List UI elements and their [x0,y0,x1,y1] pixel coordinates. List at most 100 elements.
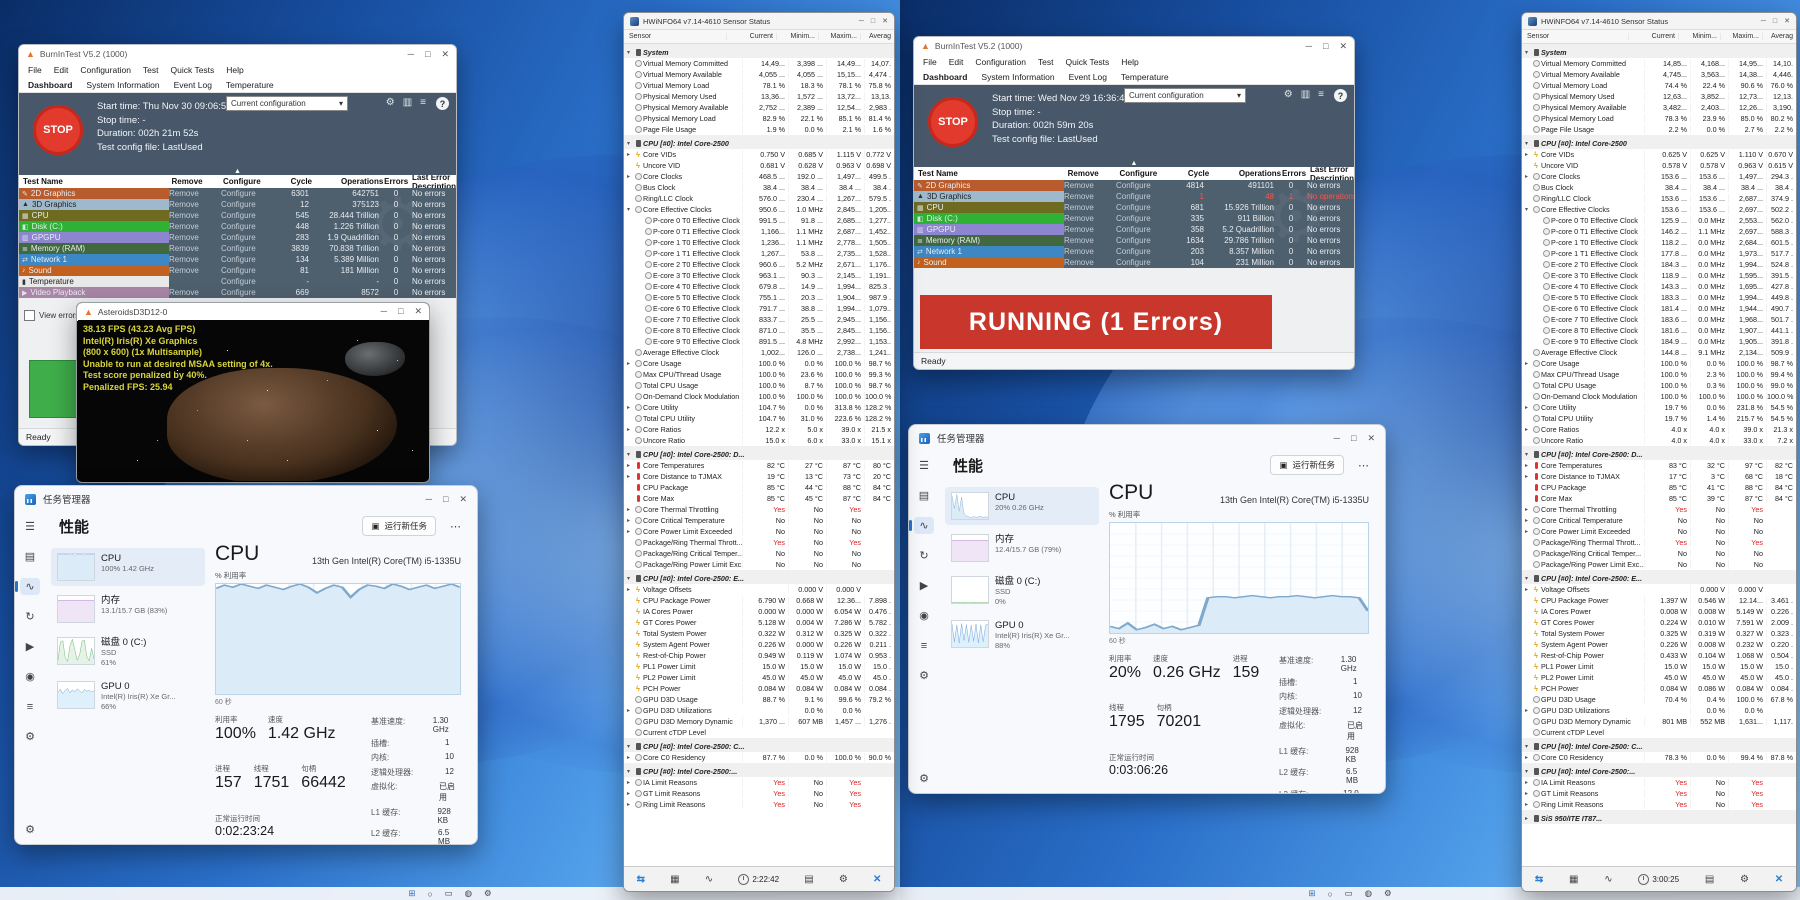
sensor-row[interactable]: P-core 0 T1 Effective Clock1,166...1.1 M… [624,226,894,237]
sensor-column-header[interactable]: SensorCurrentMinim...Maxim...Averag [624,30,894,44]
sensor-row[interactable]: ▾Core Effective Clocks950.6 ...1.0 MHz2,… [624,204,894,215]
run-new-task-button[interactable]: ▣运行新任务 [362,516,436,536]
column-header[interactable]: Cycle [1175,169,1209,178]
sensor-row[interactable]: P-core 1 T0 Effective Clock1,236...1.1 M… [624,237,894,248]
sensor-row[interactable]: ▸Core Usage100.0 %0.0 %100.0 %98.7 % [624,358,894,369]
sensor-row[interactable]: Total CPU Utility19.7 %1.4 %215.7 %54.5 … [1522,413,1796,424]
browser-icon[interactable]: ◍ [1365,888,1372,899]
sensor-row[interactable]: ▸Core Critical TemperatureNoNoNo [624,515,894,526]
menu-item[interactable]: Edit [54,65,69,75]
sensor-section[interactable]: ▾CPU [#0]: Intel Core-2500: E... [1522,570,1796,584]
burnintest-window-right[interactable]: ▲ BurnInTest V5.2 (1000) ─□✕ FileEditCon… [913,36,1355,370]
sensor-column[interactable]: Maxim... [1720,33,1762,40]
swap-columns-icon[interactable]: ⇆ [1535,874,1543,885]
users-icon[interactable]: ◉ [914,607,934,624]
tab-event-log[interactable]: Event Log [1069,72,1107,82]
title-bar[interactable]: 任务管理器 ─□✕ [909,425,1385,451]
monitor-icon[interactable]: ▦ [670,874,679,885]
sensor-column[interactable]: Maxim... [818,33,860,40]
sensor-row[interactable]: E-core 8 T0 Effective Clock181.6 ...0.0 … [1522,325,1796,336]
menu-bar[interactable]: FileEditConfigurationTestQuick TestsHelp [914,55,1354,69]
sensor-row[interactable]: E-core 9 T0 Effective Clock184.9 ...0.0 … [1522,336,1796,347]
perf-card-disk[interactable]: 磁盘 0 (C:)SSD0% [945,571,1099,611]
sensor-row[interactable]: ϟPL1 Power Limit15.0 W15.0 W15.0 W15.0 . [624,661,894,672]
sensor-row[interactable]: E-core 8 T0 Effective Clock871.0 ...35.5… [624,325,894,336]
sensor-row[interactable]: E-core 9 T0 Effective Clock891.5 ...4.8 … [624,336,894,347]
sensor-row[interactable]: ϟPL2 Power Limit45.0 W45.0 W45.0 W45.0 . [1522,672,1796,683]
menu-item[interactable]: File [28,65,42,75]
sensor-row[interactable]: ▸ϟCore VIDs0.625 V0.625 V1.110 V0.670 V [1522,149,1796,160]
collapse-chevron-icon[interactable]: ▲ [1131,160,1138,167]
sensor-row[interactable]: Current cTDP Level [1522,727,1796,738]
sensor-row[interactable]: ▸Core Thermal ThrottlingYesNoYes [1522,504,1796,515]
menu-item[interactable]: File [923,57,937,67]
test-row[interactable]: ≣Memory (RAM)RemoveConfigure163429.786 T… [914,235,1354,246]
maximize-icon[interactable]: □ [1323,42,1328,51]
test-row[interactable]: ✎2D GraphicsRemoveConfigure48144911010No… [914,180,1354,191]
sensor-row[interactable]: Uncore Ratio15.0 x6.0 x33.0 x15.1 x [624,435,894,446]
hwinfo-window-right[interactable]: HWiNFO64 v7.14-4610 Sensor Status ─□✕ Se… [1521,12,1797,892]
test-row[interactable]: ◧Disk (C:)RemoveConfigure335911 Billion0… [914,213,1354,224]
sensor-row[interactable]: Max CPU/Thread Usage100.0 %2.3 %100.0 %9… [1522,369,1796,380]
processes-icon[interactable]: ▤ [20,548,40,565]
sensor-row[interactable]: Physical Memory Load78.3 %23.9 %85.0 %80… [1522,113,1796,124]
swap-columns-icon[interactable]: ⇆ [637,874,645,885]
tab-dashboard[interactable]: Dashboard [28,80,72,90]
details-icon[interactable]: ≡ [914,637,934,654]
sensor-row[interactable]: ϟPL2 Power Limit45.0 W45.0 W45.0 W45.0 . [624,672,894,683]
sensor-row[interactable]: GPU D3D Memory Dynamic1,370 ...607 MB1,4… [624,716,894,727]
performance-icon[interactable]: ∿ [20,578,40,595]
sensor-row[interactable]: ▸IA Limit ReasonsYesNoYes [624,777,894,788]
column-header[interactable]: Remove [1068,169,1120,178]
sensor-row[interactable]: E-core 3 T0 Effective Clock118.9 ...0.0 … [1522,270,1796,281]
sensor-row[interactable]: ϟRest-of-Chip Power0.949 W0.119 W1.074 W… [624,650,894,661]
sensor-row[interactable]: E-core 6 T0 Effective Clock791.7 ...38.8… [624,303,894,314]
sensor-row[interactable]: Core Max85 °C45 °C87 °C84 °C [624,493,894,504]
processes-icon[interactable]: ▤ [914,487,934,504]
sensor-row[interactable]: ▸GPU D3D Utilizations0.0 %0.0 % [624,705,894,716]
sensor-row[interactable]: E-core 4 T0 Effective Clock143.3 ...0.0 … [1522,281,1796,292]
perf-card-cpu[interactable]: CPU20% 0.26 GHz [945,487,1099,525]
menu-item[interactable]: Configuration [975,57,1026,67]
app-history-icon[interactable]: ↻ [20,608,40,625]
sensor-row[interactable]: Core Max85 °C39 °C87 °C84 °C [1522,493,1796,504]
perf-card-mem[interactable]: 内存13.1/15.7 GB (83%) [51,590,205,628]
sensor-row[interactable]: GPU D3D Usage70.4 %0.4 %100.0 %67.8 % [1522,694,1796,705]
column-header[interactable]: Cycle [278,177,312,186]
sensor-row[interactable]: Package/Ring Power Limit Exc...NoNoNo [1522,559,1796,570]
minimize-icon[interactable]: ─ [1306,42,1312,51]
test-row[interactable]: ♪SoundRemoveConfigure104231 Million0No e… [914,257,1354,268]
sensor-row[interactable]: ϟGT Cores Power0.224 W0.010 W7.591 W2.00… [1522,617,1796,628]
sensor-row[interactable]: ▸Core Temperatures82 °C27 °C87 °C80 °C [624,460,894,471]
sensor-column-header[interactable]: SensorCurrentMinim...Maxim...Averag [1522,30,1796,44]
explorer-icon[interactable]: ▭ [445,888,453,899]
more-menu-icon[interactable]: ⋯ [450,520,461,533]
report-icon[interactable]: ≡ [420,97,426,108]
startup-apps-icon[interactable]: ▶ [20,638,40,655]
sensor-row[interactable]: Bus Clock38.4 ...38.4 ...38.4 ...38.4 . [624,182,894,193]
sensor-row[interactable]: ϟTotal System Power0.322 W0.312 W0.325 W… [624,628,894,639]
save-icon[interactable]: ▥ [403,97,412,108]
perf-card-disk[interactable]: 磁盘 0 (C:)SSD61% [51,632,205,672]
test-row[interactable]: ⇄Network 1RemoveConfigure2038.357 Millio… [914,246,1354,257]
sensor-row[interactable]: ▸GT Limit ReasonsYesNoYes [624,788,894,799]
test-row[interactable]: ▶Video PlaybackRemoveConfigure66985720No… [19,287,456,298]
sensor-row[interactable]: ▸Core C0 Residency87.7 %0.0 %100.0 %90.0… [624,752,894,763]
sensor-row[interactable]: Total CPU Usage100.0 %0.3 %100.0 %99.0 % [1522,380,1796,391]
sensor-row[interactable]: P-core 1 T1 Effective Clock177.8 ...0.0 … [1522,248,1796,259]
users-icon[interactable]: ◉ [20,668,40,685]
sensor-row[interactable]: E-core 7 T0 Effective Clock833.7 ...25.5… [624,314,894,325]
close-icon[interactable]: ✕ [1367,434,1375,443]
sensor-column[interactable]: Current [1628,33,1678,40]
sensor-row[interactable]: ϟRest-of-Chip Power0.433 W0.104 W1.068 W… [1522,650,1796,661]
sensor-row[interactable]: P-core 0 T0 Effective Clock991.5 ...91.8… [624,215,894,226]
sensor-row[interactable]: P-core 1 T0 Effective Clock118.2 ...0.0 … [1522,237,1796,248]
menu-item[interactable]: Help [226,65,243,75]
minimize-icon[interactable]: ─ [1334,434,1340,443]
sensor-row[interactable]: On-Demand Clock Modulation100.0 %100.0 %… [624,391,894,402]
task-manager-window-right[interactable]: 任务管理器 ─□✕ ☰ ▤ ∿ ↻ ▶ ◉ ≡ ⚙ ⚙ 性能 ▣运行新任务 ⋯ … [908,424,1386,794]
column-header[interactable]: Test Name [914,169,1068,178]
sensor-row[interactable]: Uncore Ratio4.0 x4.0 x33.0 x7.2 x [1522,435,1796,446]
stop-button[interactable]: STOP [928,97,978,147]
sensor-column[interactable]: Averag [860,33,894,40]
